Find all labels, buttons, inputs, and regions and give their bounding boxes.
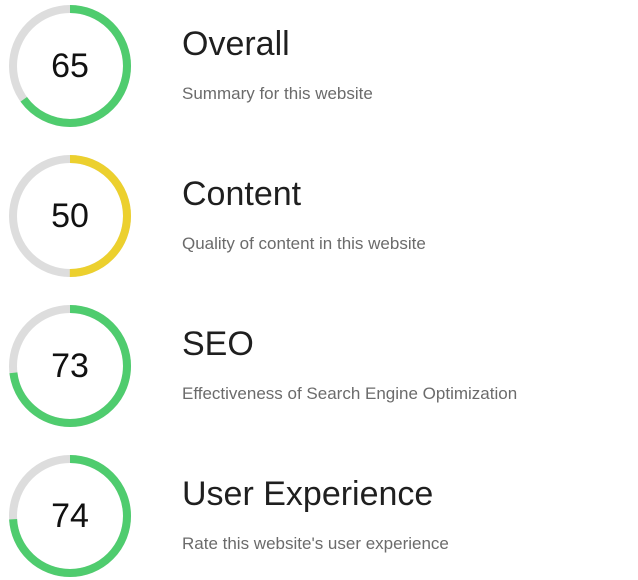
- score-title: Overall: [182, 25, 290, 63]
- score-item-user-experience: 74 User Experience Rate this website's u…: [0, 450, 638, 580]
- score-description: Quality of content in this website: [182, 234, 426, 253]
- score-item-seo: 73 SEO Effectiveness of Search Engine Op…: [0, 300, 638, 430]
- score-value: 50: [51, 197, 89, 235]
- score-value: 74: [51, 497, 89, 535]
- score-item-content: 50 Content Quality of content in this we…: [0, 150, 638, 280]
- score-value: 73: [51, 347, 89, 385]
- score-gauge: 73: [8, 304, 132, 428]
- score-gauge: 65: [8, 4, 132, 128]
- score-item-overall: 65 Overall Summary for this website: [0, 0, 638, 130]
- score-description: Summary for this website: [182, 84, 373, 103]
- score-description: Effectiveness of Search Engine Optimizat…: [182, 384, 518, 403]
- score-gauge: 74: [8, 454, 132, 578]
- score-title: Content: [182, 175, 302, 213]
- score-gauge: 50: [8, 154, 132, 278]
- score-list: 65 Overall Summary for this website 50 C…: [0, 0, 638, 577]
- score-title: User Experience: [182, 475, 434, 513]
- score-description: Rate this website's user experience: [182, 534, 449, 553]
- score-value: 65: [51, 47, 89, 85]
- score-title: SEO: [182, 325, 254, 363]
